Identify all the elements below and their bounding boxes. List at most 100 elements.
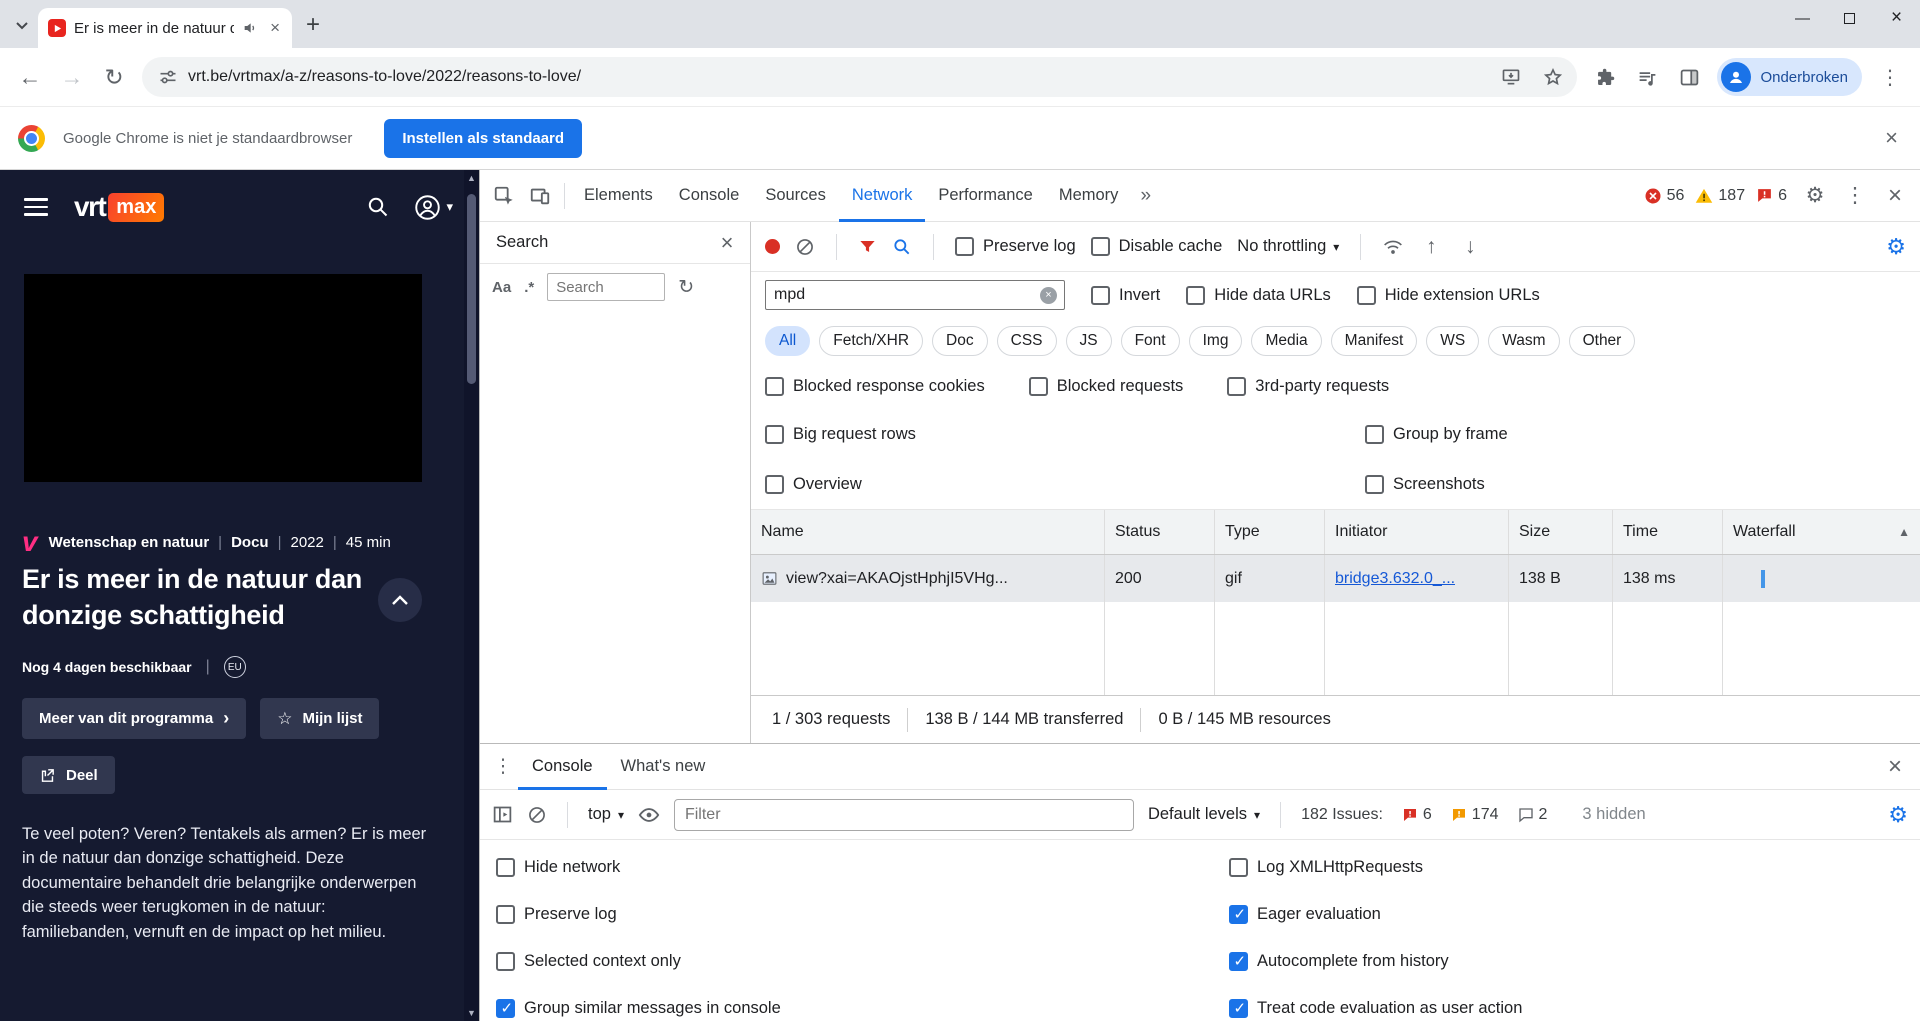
- group-by-frame-checkbox[interactable]: Group by frame: [1365, 409, 1906, 459]
- issue-messages-badge[interactable]: 2: [1518, 806, 1547, 824]
- filter-pill-doc[interactable]: Doc: [932, 326, 988, 356]
- checkbox[interactable]: [496, 999, 515, 1018]
- checkbox[interactable]: [1229, 905, 1248, 924]
- drawer-tab-whats-new[interactable]: What's new: [607, 744, 720, 790]
- checkbox[interactable]: [496, 858, 515, 877]
- extensions-icon[interactable]: [1585, 57, 1625, 97]
- refresh-search-icon[interactable]: ↻: [678, 276, 694, 299]
- tab-console[interactable]: Console: [666, 170, 753, 222]
- console-preserve-log-checkbox[interactable]: Preserve log: [496, 891, 1229, 938]
- browser-tab[interactable]: Er is meer in de natuur dan ×: [38, 8, 292, 48]
- device-toolbar-icon[interactable]: [522, 178, 558, 214]
- clear-filter-icon[interactable]: ×: [1040, 286, 1057, 304]
- vrtmax-logo[interactable]: vrt max: [74, 191, 165, 223]
- new-tab-button[interactable]: +: [298, 10, 328, 40]
- checkbox[interactable]: [1227, 377, 1247, 396]
- overview-checkbox[interactable]: Overview: [765, 459, 1365, 509]
- third-party-requests-checkbox[interactable]: 3rd-party requests: [1227, 377, 1389, 396]
- devtools-menu-icon[interactable]: ⋮: [1838, 178, 1872, 214]
- filter-pill-fetch-xhr[interactable]: Fetch/XHR: [819, 326, 924, 356]
- devtools-settings-icon[interactable]: ⚙: [1798, 178, 1832, 214]
- column-header-time[interactable]: Time: [1613, 510, 1723, 554]
- disable-cache-checkbox[interactable]: Disable cache: [1090, 237, 1222, 256]
- hide-data-urls-checkbox[interactable]: Hide data URLs: [1186, 285, 1331, 305]
- filter-pill-img[interactable]: Img: [1188, 326, 1243, 356]
- initiator-link[interactable]: bridge3.632.0_...: [1335, 570, 1455, 588]
- tab-network[interactable]: Network: [839, 170, 926, 222]
- treat-code-evaluation-checkbox[interactable]: Treat code evaluation as user action: [1229, 985, 1920, 1021]
- install-app-icon[interactable]: [1495, 61, 1527, 93]
- filter-pill-css[interactable]: CSS: [996, 326, 1057, 356]
- throttling-dropdown[interactable]: No throttling ▾: [1237, 237, 1339, 256]
- import-har-icon[interactable]: ↑: [1419, 229, 1443, 265]
- preserve-log-checkbox[interactable]: Preserve log: [955, 237, 1076, 256]
- tab-close-button[interactable]: ×: [266, 18, 284, 38]
- speaker-icon[interactable]: [242, 20, 258, 36]
- checkbox[interactable]: [765, 474, 784, 494]
- checkbox[interactable]: [765, 377, 784, 396]
- context-selector[interactable]: top ▾: [588, 805, 624, 824]
- forward-button[interactable]: →: [52, 57, 92, 97]
- big-request-rows-checkbox[interactable]: Big request rows: [765, 409, 1365, 459]
- request-name-cell[interactable]: view?xai=AKAOjstHphjI5VHg...: [751, 555, 1105, 602]
- url-text[interactable]: vrt.be/vrtmax/a-z/reasons-to-love/2022/r…: [188, 68, 1485, 86]
- checkbox[interactable]: [1229, 999, 1248, 1018]
- column-header-size[interactable]: Size: [1509, 510, 1613, 554]
- console-settings-icon[interactable]: ⚙: [1888, 802, 1908, 828]
- checkbox[interactable]: [1365, 474, 1384, 494]
- filter-pill-js[interactable]: JS: [1065, 326, 1112, 356]
- selected-context-only-checkbox[interactable]: Selected context only: [496, 938, 1229, 985]
- filter-pill-manifest[interactable]: Manifest: [1330, 326, 1418, 356]
- match-case-toggle[interactable]: Aa: [492, 279, 511, 296]
- filter-pill-all[interactable]: All: [765, 326, 811, 356]
- scroll-up-icon[interactable]: ▲: [467, 170, 476, 186]
- tab-search-button[interactable]: [8, 12, 36, 40]
- table-row[interactable]: view?xai=AKAOjstHphjI5VHg... 200 gif bri…: [751, 555, 1920, 602]
- scroll-down-icon[interactable]: ▼: [467, 1005, 476, 1021]
- autocomplete-from-history-checkbox[interactable]: Autocomplete from history: [1229, 938, 1920, 985]
- issues-count-badge[interactable]: 6: [1756, 187, 1787, 205]
- hide-network-checkbox[interactable]: Hide network: [496, 844, 1229, 891]
- checkbox[interactable]: [1090, 237, 1110, 256]
- checkbox[interactable]: [955, 237, 974, 256]
- checkbox[interactable]: [1028, 377, 1048, 396]
- hidden-messages-label[interactable]: 3 hidden: [1582, 805, 1645, 824]
- screenshots-checkbox[interactable]: Screenshots: [1365, 459, 1906, 509]
- blocked-response-cookies-checkbox[interactable]: Blocked response cookies: [765, 377, 985, 396]
- export-har-icon[interactable]: ↓: [1458, 229, 1482, 265]
- filter-pill-wasm[interactable]: Wasm: [1488, 326, 1560, 356]
- tab-sources[interactable]: Sources: [752, 170, 839, 222]
- record-button[interactable]: [765, 239, 780, 254]
- filter-pill-media[interactable]: Media: [1251, 326, 1322, 356]
- collapse-button[interactable]: [378, 578, 422, 622]
- filter-icon[interactable]: [858, 237, 877, 256]
- tab-memory[interactable]: Memory: [1046, 170, 1132, 222]
- tab-performance[interactable]: Performance: [925, 170, 1045, 222]
- group-similar-messages-checkbox[interactable]: Group similar messages in console: [496, 985, 1229, 1021]
- devtools-close-button[interactable]: ×: [1878, 178, 1912, 214]
- clear-icon[interactable]: [795, 237, 815, 257]
- scrollbar-thumb[interactable]: [467, 194, 476, 384]
- my-list-button[interactable]: ☆ Mijn lijst: [260, 698, 380, 739]
- issue-warnings-badge[interactable]: 174: [1451, 806, 1499, 824]
- drawer-tab-console[interactable]: Console: [518, 744, 607, 790]
- drawer-menu-icon[interactable]: ⋮: [488, 749, 518, 785]
- column-header-type[interactable]: Type: [1215, 510, 1325, 554]
- share-button[interactable]: Deel: [22, 756, 115, 794]
- checkbox[interactable]: [496, 905, 515, 924]
- hide-extension-urls-checkbox[interactable]: Hide extension URLs: [1356, 285, 1540, 305]
- video-player[interactable]: [24, 274, 422, 482]
- site-profile-button[interactable]: ▾: [414, 194, 453, 221]
- filter-pill-font[interactable]: Font: [1120, 326, 1180, 356]
- inspect-element-icon[interactable]: [486, 178, 522, 214]
- warning-count-badge[interactable]: 187: [1695, 187, 1745, 205]
- drawer-close-button[interactable]: ×: [1878, 749, 1912, 785]
- console-sidebar-icon[interactable]: [492, 804, 513, 825]
- log-levels-dropdown[interactable]: Default levels ▾: [1148, 805, 1260, 824]
- network-filter-input[interactable]: [774, 286, 1040, 304]
- checkbox[interactable]: [1356, 285, 1376, 305]
- infobar-close-button[interactable]: ×: [1885, 125, 1898, 151]
- search-input[interactable]: [547, 273, 666, 301]
- search-pane-close-button[interactable]: ×: [710, 225, 744, 261]
- checkbox[interactable]: [1091, 285, 1110, 305]
